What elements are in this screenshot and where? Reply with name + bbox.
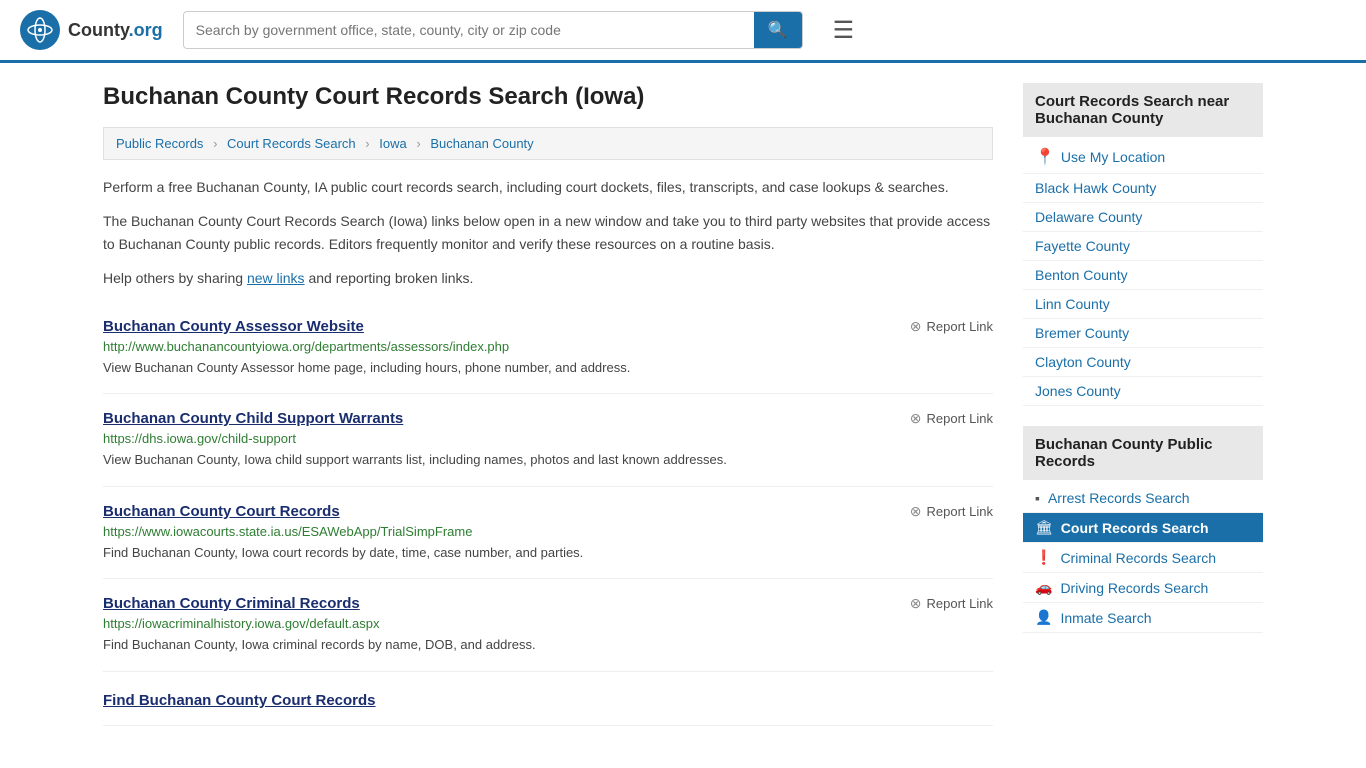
breadcrumb-court-records[interactable]: Court Records Search [227, 136, 356, 151]
logo-icon [20, 10, 60, 50]
pr-icon: ▪ [1035, 490, 1040, 506]
record-url[interactable]: http://www.buchanancountyiowa.org/depart… [103, 339, 993, 354]
description-1: Perform a free Buchanan County, IA publi… [103, 176, 993, 198]
public-record-link[interactable]: Arrest Records Search [1048, 490, 1190, 506]
public-records-list: ▪ Arrest Records Search 🏛 Court Records … [1023, 484, 1263, 633]
menu-icon[interactable]: ☰ [833, 16, 855, 45]
report-link[interactable]: ⊗ Report Link [910, 595, 993, 612]
record-item-header: Buchanan County Child Support Warrants ⊗… [103, 410, 993, 427]
new-links-link[interactable]: new links [247, 270, 305, 286]
main-container: Buchanan County Court Records Search (Io… [83, 63, 1283, 746]
nearby-county-item: Fayette County [1023, 232, 1263, 261]
nearby-county-link[interactable]: Delaware County [1035, 209, 1142, 225]
report-icon: ⊗ [910, 503, 922, 520]
public-record-item[interactable]: 🚗 Driving Records Search [1023, 573, 1263, 603]
content-area: Buchanan County Court Records Search (Io… [103, 83, 993, 726]
logo-tld: .org [129, 20, 163, 40]
description-3-post: and reporting broken links. [305, 270, 474, 286]
nearby-counties: Black Hawk County Delaware County Fayette … [1023, 174, 1263, 406]
public-record-link[interactable]: Driving Records Search [1060, 580, 1208, 596]
report-link[interactable]: ⊗ Report Link [910, 503, 993, 520]
record-item: Buchanan County Child Support Warrants ⊗… [103, 394, 993, 487]
record-item: Find Buchanan County Court Records [103, 672, 993, 726]
public-record-link[interactable]: Court Records Search [1061, 520, 1209, 536]
record-desc: View Buchanan County Assessor home page,… [103, 358, 993, 378]
record-list: Buchanan County Assessor Website ⊗ Repor… [103, 302, 993, 726]
breadcrumb: Public Records › Court Records Search › … [103, 127, 993, 160]
breadcrumb-sep-2: › [365, 136, 369, 151]
breadcrumb-public-records[interactable]: Public Records [116, 136, 203, 151]
nearby-county-item: Delaware County [1023, 203, 1263, 232]
site-header: County.org 🔍 ☰ [0, 0, 1366, 63]
record-desc: Find Buchanan County, Iowa court records… [103, 543, 993, 563]
search-bar: 🔍 [183, 11, 803, 49]
report-icon: ⊗ [910, 410, 922, 427]
search-button[interactable]: 🔍 [754, 12, 802, 48]
nearby-county-item: Black Hawk County [1023, 174, 1263, 203]
sidebar: Court Records Search near Buchanan Count… [1023, 83, 1263, 726]
record-item: Buchanan County Criminal Records ⊗ Repor… [103, 579, 993, 672]
use-location-item[interactable]: 📍 Use My Location [1023, 141, 1263, 174]
pr-icon: 🚗 [1035, 579, 1052, 596]
search-input[interactable] [184, 14, 754, 46]
record-url[interactable]: https://dhs.iowa.gov/child-support [103, 431, 993, 446]
description-3-pre: Help others by sharing [103, 270, 247, 286]
nearby-county-link[interactable]: Linn County [1035, 296, 1110, 312]
pr-icon: 👤 [1035, 609, 1052, 626]
breadcrumb-iowa[interactable]: Iowa [379, 136, 406, 151]
public-record-item[interactable]: 🏛 Court Records Search [1023, 513, 1263, 543]
nearby-county-link[interactable]: Benton County [1035, 267, 1128, 283]
record-url[interactable]: https://www.iowacourts.state.ia.us/ESAWe… [103, 524, 993, 539]
record-desc: Find Buchanan County, Iowa criminal reco… [103, 635, 993, 655]
public-record-item[interactable]: ▪ Arrest Records Search [1023, 484, 1263, 513]
nearby-county-link[interactable]: Bremer County [1035, 325, 1129, 341]
breadcrumb-sep-1: › [213, 136, 217, 151]
nearby-county-item: Clayton County [1023, 348, 1263, 377]
record-item-header: Buchanan County Court Records ⊗ Report L… [103, 503, 993, 520]
record-title[interactable]: Buchanan County Assessor Website [103, 318, 364, 335]
find-court-records-title[interactable]: Find Buchanan County Court Records [103, 688, 993, 709]
report-link[interactable]: ⊗ Report Link [910, 318, 993, 335]
record-desc: View Buchanan County, Iowa child support… [103, 450, 993, 470]
nearby-county-item: Jones County [1023, 377, 1263, 406]
record-item-header: Buchanan County Assessor Website ⊗ Repor… [103, 318, 993, 335]
nearby-header: Court Records Search near Buchanan Count… [1023, 83, 1263, 137]
breadcrumb-sep-3: › [416, 136, 420, 151]
logo-text: County.org [68, 20, 163, 41]
record-item: Buchanan County Court Records ⊗ Report L… [103, 487, 993, 580]
nearby-county-item: Benton County [1023, 261, 1263, 290]
record-title[interactable]: Buchanan County Criminal Records [103, 595, 360, 612]
use-location-link[interactable]: Use My Location [1061, 149, 1165, 165]
breadcrumb-buchanan[interactable]: Buchanan County [430, 136, 533, 151]
record-item-header: Buchanan County Criminal Records ⊗ Repor… [103, 595, 993, 612]
report-icon: ⊗ [910, 318, 922, 335]
pr-icon: 🏛 [1035, 519, 1053, 536]
report-icon: ⊗ [910, 595, 922, 612]
nearby-county-link[interactable]: Jones County [1035, 383, 1121, 399]
pr-icon: ❗ [1035, 549, 1052, 566]
record-title[interactable]: Buchanan County Court Records [103, 503, 340, 520]
public-records-header: Buchanan County Public Records [1023, 426, 1263, 480]
record-url[interactable]: https://iowacriminalhistory.iowa.gov/def… [103, 616, 993, 631]
report-link[interactable]: ⊗ Report Link [910, 410, 993, 427]
public-records-section: Buchanan County Public Records ▪ Arrest … [1023, 426, 1263, 633]
public-record-item[interactable]: ❗ Criminal Records Search [1023, 543, 1263, 573]
nearby-county-item: Linn County [1023, 290, 1263, 319]
logo-link[interactable]: County.org [20, 10, 163, 50]
nearby-section: Court Records Search near Buchanan Count… [1023, 83, 1263, 406]
nearby-county-link[interactable]: Clayton County [1035, 354, 1131, 370]
record-item: Buchanan County Assessor Website ⊗ Repor… [103, 302, 993, 395]
nearby-county-link[interactable]: Fayette County [1035, 238, 1130, 254]
location-icon: 📍 [1035, 147, 1055, 167]
nearby-county-link[interactable]: Black Hawk County [1035, 180, 1156, 196]
description-2: The Buchanan County Court Records Search… [103, 210, 993, 255]
nearby-county-item: Bremer County [1023, 319, 1263, 348]
record-title[interactable]: Buchanan County Child Support Warrants [103, 410, 403, 427]
page-title: Buchanan County Court Records Search (Io… [103, 83, 993, 111]
nearby-list: 📍 Use My Location Black Hawk County Delaw… [1023, 141, 1263, 406]
description-3: Help others by sharing new links and rep… [103, 267, 993, 289]
public-record-item[interactable]: 👤 Inmate Search [1023, 603, 1263, 633]
public-record-link[interactable]: Criminal Records Search [1060, 550, 1216, 566]
public-record-link[interactable]: Inmate Search [1060, 610, 1151, 626]
